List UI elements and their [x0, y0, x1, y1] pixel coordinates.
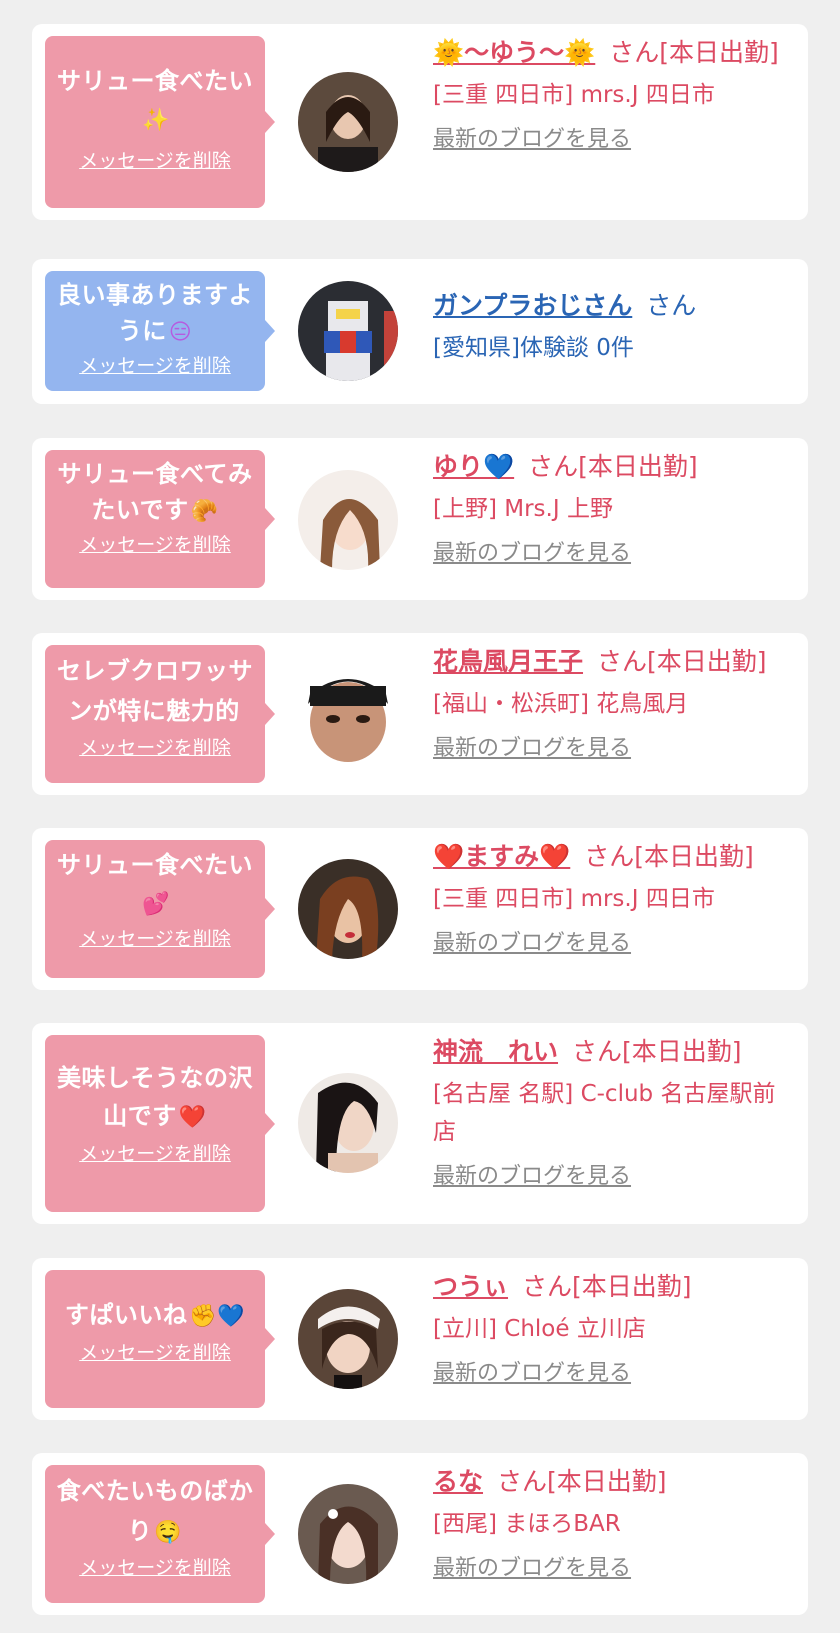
- latest-blog-link[interactable]: 最新のブログを見る: [433, 928, 783, 960]
- honorific: さん: [497, 1467, 548, 1496]
- latest-blog-link[interactable]: 最新のブログを見る: [433, 1553, 783, 1585]
- user-name-link[interactable]: ガンプラおじさん: [433, 291, 632, 320]
- heart-emoji: ❤️: [178, 1105, 207, 1130]
- shop-info: [三重 四日市] mrs.J 四日市: [433, 886, 715, 912]
- latest-blog-link[interactable]: 最新のブログを見る: [433, 733, 783, 765]
- avatar[interactable]: [298, 281, 398, 381]
- user-info: 花鳥風月王子 さん[本日出勤] [福山・松浜町] 花鳥風月 最新のブログを見る: [433, 643, 783, 765]
- user-name-link[interactable]: ゆり💙: [433, 452, 514, 481]
- user-name-link[interactable]: ❤️ますみ❤️: [433, 842, 570, 871]
- message-card: 美味しそうなの沢山です❤️ メッセージを削除 神流 れい さん[本日出勤] [名古…: [32, 1023, 808, 1224]
- delete-message-link[interactable]: メッセージを削除: [55, 353, 255, 379]
- message-card: サリュー食べたい ✨ メッセージを削除 🌞〜ゆう〜🌞 さん[本日出勤] [三重 四日…: [32, 24, 808, 220]
- message-bubble: サリュー食べたい 💕 メッセージを削除: [45, 840, 275, 978]
- latest-blog-link[interactable]: 最新のブログを見る: [433, 124, 783, 156]
- message-text: セレブクロワッサンが特に魅力的: [57, 657, 253, 725]
- latest-blog-link[interactable]: 最新のブログを見る: [433, 1161, 783, 1193]
- message-bubble: 美味しそうなの沢山です❤️ メッセージを削除: [45, 1035, 275, 1212]
- user-name-link[interactable]: るな: [433, 1467, 483, 1496]
- avatar[interactable]: [298, 859, 398, 959]
- message-bubble: セレブクロワッサンが特に魅力的 メッセージを削除: [45, 645, 275, 783]
- avatar[interactable]: [298, 1484, 398, 1584]
- message-list: サリュー食べたい ✨ メッセージを削除 🌞〜ゆう〜🌞 さん[本日出勤] [三重 四日…: [0, 0, 840, 1633]
- message-bubble: サリュー食べてみたいです🥐 メッセージを削除: [45, 450, 275, 588]
- user-name-link[interactable]: 花鳥風月王子: [433, 647, 583, 676]
- message-card: サリュー食べてみたいです🥐 メッセージを削除 ゆり💙 さん[本日出勤] [上野] …: [32, 438, 808, 600]
- work-status: [本日出勤]: [647, 647, 767, 676]
- user-info: 🌞〜ゆう〜🌞 さん[本日出勤] [三重 四日市] mrs.J 四日市 最新のブログ…: [433, 34, 783, 156]
- honorific: さん: [597, 647, 648, 676]
- face-emoji: 😑: [168, 320, 193, 345]
- message-bubble: 良い事ありますように😑 メッセージを削除: [45, 271, 275, 391]
- delete-message-link[interactable]: メッセージを削除: [55, 148, 255, 174]
- shop-info: [立川] Chloé 立川店: [433, 1316, 646, 1342]
- message-bubble: サリュー食べたい ✨ メッセージを削除: [45, 36, 275, 208]
- croissant-emoji: 🥐: [190, 499, 219, 524]
- shop-info: [三重 四日市] mrs.J 四日市: [433, 82, 715, 108]
- message-text: 美味しそうなの沢山です❤️: [57, 1064, 253, 1130]
- message-card: 食べたいものばかり🤤 メッセージを削除 るな さん[本日出勤] [西尾] まほろB…: [32, 1453, 808, 1615]
- message-card: すぱいいね✊💙 メッセージを削除 つうぃ さん[本日出勤] [立川] Chloé …: [32, 1258, 808, 1420]
- avatar[interactable]: [298, 664, 398, 764]
- shop-info: [名古屋 名駅] C-club 名古屋駅前店: [433, 1081, 776, 1145]
- shop-info: [西尾] まほろBAR: [433, 1511, 621, 1537]
- delete-message-link[interactable]: メッセージを削除: [55, 1340, 255, 1366]
- user-info: つうぃ さん[本日出勤] [立川] Chloé 立川店 最新のブログを見る: [433, 1268, 783, 1390]
- message-card: 良い事ありますように😑 メッセージを削除 ガンプラおじさん さん [愛知県]体験談…: [32, 259, 808, 404]
- honorific: さん: [572, 1037, 623, 1066]
- message-text: すぱいいね✊💙: [64, 1301, 246, 1329]
- user-info: ガンプラおじさん さん [愛知県]体験談 0件: [433, 287, 783, 367]
- latest-blog-link[interactable]: 最新のブログを見る: [433, 1358, 783, 1390]
- work-status: [本日出勤]: [634, 842, 754, 871]
- avatar[interactable]: [298, 72, 398, 172]
- work-status: [本日出勤]: [578, 452, 698, 481]
- avatar[interactable]: [298, 470, 398, 570]
- message-text: サリュー食べたい ✨: [57, 67, 253, 133]
- message-text: 食べたいものばかり🤤: [56, 1477, 254, 1545]
- work-status: [本日出勤]: [622, 1037, 742, 1066]
- delete-message-link[interactable]: メッセージを削除: [55, 1141, 255, 1167]
- shop-info: [福山・松浜町] 花鳥風月: [433, 691, 689, 717]
- delete-message-link[interactable]: メッセージを削除: [55, 532, 255, 558]
- honorific: さん: [522, 1272, 573, 1301]
- honorific: さん: [528, 452, 579, 481]
- work-status: [本日出勤]: [572, 1272, 692, 1301]
- user-name-link[interactable]: つうぃ: [433, 1272, 508, 1301]
- fist-heart-emoji: ✊💙: [189, 1304, 246, 1329]
- user-info: 神流 れい さん[本日出勤] [名古屋 名駅] C-club 名古屋駅前店 最新の…: [433, 1033, 783, 1193]
- user-info: ゆり💙 さん[本日出勤] [上野] Mrs.J 上野 最新のブログを見る: [433, 448, 783, 570]
- user-info: るな さん[本日出勤] [西尾] まほろBAR 最新のブログを見る: [433, 1463, 783, 1585]
- hearts-emoji: 💕: [142, 892, 170, 917]
- message-text: サリュー食べたい 💕: [57, 851, 253, 917]
- work-status: [本日出勤]: [547, 1467, 667, 1496]
- drooling-emoji: 🤤: [154, 1520, 183, 1545]
- user-name-link[interactable]: 神流 れい: [433, 1037, 558, 1066]
- work-status: [本日出勤]: [659, 38, 779, 67]
- message-bubble: 食べたいものばかり🤤 メッセージを削除: [45, 1465, 275, 1603]
- message-card: セレブクロワッサンが特に魅力的 メッセージを削除 花鳥風月王子 さん[本日出勤] …: [32, 633, 808, 795]
- sparkle-emoji: ✨: [142, 108, 170, 133]
- avatar[interactable]: [298, 1073, 398, 1173]
- message-text: サリュー食べてみたいです🥐: [57, 460, 253, 524]
- message-bubble: すぱいいね✊💙 メッセージを削除: [45, 1270, 275, 1408]
- honorific: さん: [584, 842, 635, 871]
- user-name-link[interactable]: 🌞〜ゆう〜🌞: [433, 38, 595, 67]
- honorific: さん: [609, 38, 660, 67]
- avatar[interactable]: [298, 1289, 398, 1389]
- latest-blog-link[interactable]: 最新のブログを見る: [433, 538, 783, 570]
- user-info: ❤️ますみ❤️ さん[本日出勤] [三重 四日市] mrs.J 四日市 最新のブロ…: [433, 838, 783, 960]
- honorific: さん: [646, 291, 697, 320]
- delete-message-link[interactable]: メッセージを削除: [55, 1555, 255, 1581]
- message-card: サリュー食べたい 💕 メッセージを削除 ❤️ますみ❤️ さん[本日出勤] [三重 四…: [32, 828, 808, 990]
- message-text: 良い事ありますように😑: [57, 281, 253, 345]
- delete-message-link[interactable]: メッセージを削除: [55, 735, 255, 761]
- delete-message-link[interactable]: メッセージを削除: [55, 926, 255, 952]
- shop-info: [愛知県]体験談 0件: [433, 335, 634, 361]
- shop-info: [上野] Mrs.J 上野: [433, 496, 613, 522]
